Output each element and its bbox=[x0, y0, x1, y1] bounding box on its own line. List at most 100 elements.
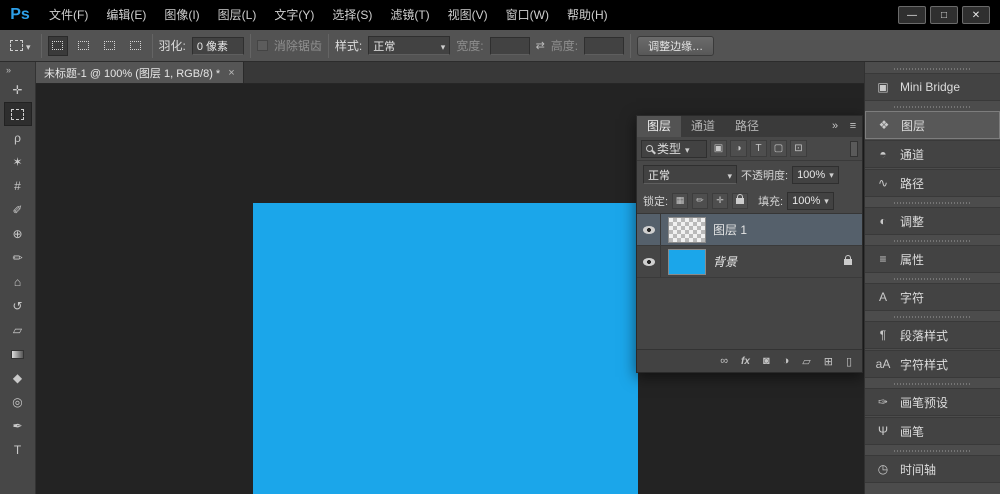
selection-mode-subtract-button[interactable] bbox=[100, 36, 120, 56]
layer-thumbnail[interactable] bbox=[668, 217, 706, 243]
dock-item-mini-bridge[interactable]: ▣ Mini Bridge bbox=[865, 73, 1000, 101]
dock-item-character-styles[interactable]: aA 字符样式 bbox=[865, 350, 1000, 378]
visibility-toggle[interactable] bbox=[637, 246, 661, 277]
menu-layer[interactable]: 图层(L) bbox=[209, 0, 266, 30]
lock-icon bbox=[736, 198, 744, 204]
maximize-button[interactable]: □ bbox=[930, 6, 958, 24]
menu-select[interactable]: 选择(S) bbox=[323, 0, 381, 30]
minimize-button[interactable]: — bbox=[898, 6, 926, 24]
history-brush-tool[interactable]: ↺ bbox=[4, 294, 32, 318]
width-input[interactable] bbox=[490, 37, 530, 55]
menu-file[interactable]: 文件(F) bbox=[40, 0, 97, 30]
filter-smart-objects-icon[interactable]: ⊡ bbox=[790, 140, 807, 157]
dock-item-character[interactable]: A 字符 bbox=[865, 283, 1000, 311]
swap-dimensions-icon[interactable]: ⇄ bbox=[536, 39, 545, 52]
dock-gripper[interactable] bbox=[865, 64, 1000, 73]
layer-style-icon[interactable]: fx bbox=[741, 356, 750, 367]
panel-menu-icon[interactable]: ≡ bbox=[844, 116, 862, 137]
delete-layer-icon[interactable]: ▯ bbox=[846, 355, 852, 368]
menu-filter[interactable]: 滤镜(T) bbox=[381, 0, 438, 30]
menu-image[interactable]: 图像(I) bbox=[155, 0, 208, 30]
dock-gripper[interactable] bbox=[865, 102, 1000, 111]
brush-tool[interactable]: ✏ bbox=[4, 246, 32, 270]
dock-item-brush-presets[interactable]: ✑ 画笔预设 bbox=[865, 388, 1000, 416]
pen-tool[interactable]: ✒ bbox=[4, 414, 32, 438]
layer-name[interactable]: 背景 bbox=[713, 253, 737, 270]
dock-item-timeline[interactable]: ◷ 时间轴 bbox=[865, 455, 1000, 483]
selection-mode-intersect-button[interactable] bbox=[126, 36, 146, 56]
new-adjustment-layer-icon[interactable]: ◑ bbox=[783, 355, 790, 367]
dock-gripper[interactable] bbox=[865, 379, 1000, 388]
document-canvas[interactable] bbox=[253, 203, 638, 494]
antialias-checkbox[interactable] bbox=[257, 40, 268, 51]
dock-gripper[interactable] bbox=[865, 274, 1000, 283]
filter-pixel-layers-icon[interactable]: ▣ bbox=[710, 140, 727, 157]
lock-position-icon[interactable]: ✛ bbox=[712, 193, 728, 209]
quick-selection-tool[interactable]: ✶ bbox=[4, 150, 32, 174]
gradient-tool[interactable] bbox=[4, 342, 32, 366]
spot-healing-brush-tool[interactable]: ⊕ bbox=[4, 222, 32, 246]
lasso-tool[interactable]: ρ bbox=[4, 126, 32, 150]
layer-row-background[interactable]: 背景 bbox=[637, 246, 862, 278]
dock-item-layers[interactable]: ❖ 图层 bbox=[865, 111, 1000, 139]
selection-mode-add-button[interactable] bbox=[74, 36, 94, 56]
lock-image-pixels-icon[interactable]: ✏ bbox=[692, 193, 708, 209]
dock-gripper[interactable] bbox=[865, 198, 1000, 207]
type-tool[interactable]: T bbox=[4, 438, 32, 462]
dock-item-paths[interactable]: ∿ 路径 bbox=[865, 169, 1000, 197]
layer-name[interactable]: 图层 1 bbox=[713, 221, 747, 238]
height-input[interactable] bbox=[584, 37, 624, 55]
dodge-tool[interactable]: ◎ bbox=[4, 390, 32, 414]
toolbox-collapse-button[interactable]: » bbox=[0, 62, 35, 78]
filtering-toggle[interactable] bbox=[850, 141, 858, 157]
dock-gripper[interactable] bbox=[865, 312, 1000, 321]
eyedropper-tool[interactable]: ✐ bbox=[4, 198, 32, 222]
menu-window[interactable]: 窗口(W) bbox=[497, 0, 558, 30]
rectangular-marquee-tool[interactable] bbox=[4, 102, 32, 126]
feather-input[interactable] bbox=[192, 37, 244, 55]
link-layers-icon[interactable]: ∞ bbox=[720, 355, 728, 367]
crop-tool[interactable]: # bbox=[4, 174, 32, 198]
close-button[interactable]: ✕ bbox=[962, 6, 990, 24]
opacity-field[interactable]: 100% bbox=[792, 166, 839, 184]
tab-channels[interactable]: 通道 bbox=[681, 116, 725, 137]
tab-close-icon[interactable]: × bbox=[228, 67, 234, 79]
lock-all-icon[interactable] bbox=[732, 193, 748, 209]
layer-thumbnail[interactable] bbox=[668, 249, 706, 275]
refine-edge-button[interactable]: 调整边缘… bbox=[637, 36, 714, 56]
filter-type-select[interactable]: 类型 bbox=[641, 140, 707, 158]
blend-mode-select[interactable]: 正常 bbox=[643, 165, 737, 184]
panel-collapse-icon[interactable]: » bbox=[826, 116, 844, 137]
move-tool[interactable]: ✛ bbox=[4, 78, 32, 102]
visibility-toggle[interactable] bbox=[637, 214, 661, 245]
clone-stamp-tool[interactable]: ⌂ bbox=[4, 270, 32, 294]
fill-field[interactable]: 100% bbox=[787, 192, 834, 210]
dock-gripper[interactable] bbox=[865, 446, 1000, 455]
new-layer-icon[interactable]: ⊞ bbox=[824, 355, 833, 368]
tool-preset-picker[interactable] bbox=[6, 37, 35, 55]
dock-item-channels[interactable]: ◓ 通道 bbox=[865, 140, 1000, 168]
menu-type[interactable]: 文字(Y) bbox=[265, 0, 323, 30]
filter-type-layers-icon[interactable]: T bbox=[750, 140, 767, 157]
style-select[interactable]: 正常 bbox=[368, 36, 450, 55]
menu-help[interactable]: 帮助(H) bbox=[558, 0, 617, 30]
document-tab[interactable]: 未标题-1 @ 100% (图层 1, RGB/8) * × bbox=[36, 62, 244, 83]
add-layer-mask-icon[interactable]: ◙ bbox=[763, 355, 770, 367]
tab-layers[interactable]: 图层 bbox=[637, 116, 681, 137]
eraser-tool[interactable]: ▱ bbox=[4, 318, 32, 342]
menu-view[interactable]: 视图(V) bbox=[439, 0, 497, 30]
new-group-icon[interactable]: ▱ bbox=[802, 355, 810, 368]
dock-item-brush[interactable]: Ψ 画笔 bbox=[865, 417, 1000, 445]
blur-tool[interactable]: ◆ bbox=[4, 366, 32, 390]
layer-row-layer1[interactable]: 图层 1 bbox=[637, 214, 862, 246]
filter-adjustment-layers-icon[interactable]: ◑ bbox=[730, 140, 747, 157]
dock-gripper[interactable] bbox=[865, 236, 1000, 245]
filter-shape-layers-icon[interactable]: ▢ bbox=[770, 140, 787, 157]
dock-item-paragraph-styles[interactable]: ¶ 段落样式 bbox=[865, 321, 1000, 349]
lock-transparent-pixels-icon[interactable]: ▦ bbox=[672, 193, 688, 209]
menu-edit[interactable]: 编辑(E) bbox=[97, 0, 155, 30]
selection-mode-new-button[interactable] bbox=[48, 36, 68, 56]
dock-item-properties[interactable]: ≡ 属性 bbox=[865, 245, 1000, 273]
dock-item-adjustments[interactable]: ◐ 调整 bbox=[865, 207, 1000, 235]
tab-paths[interactable]: 路径 bbox=[725, 116, 769, 137]
